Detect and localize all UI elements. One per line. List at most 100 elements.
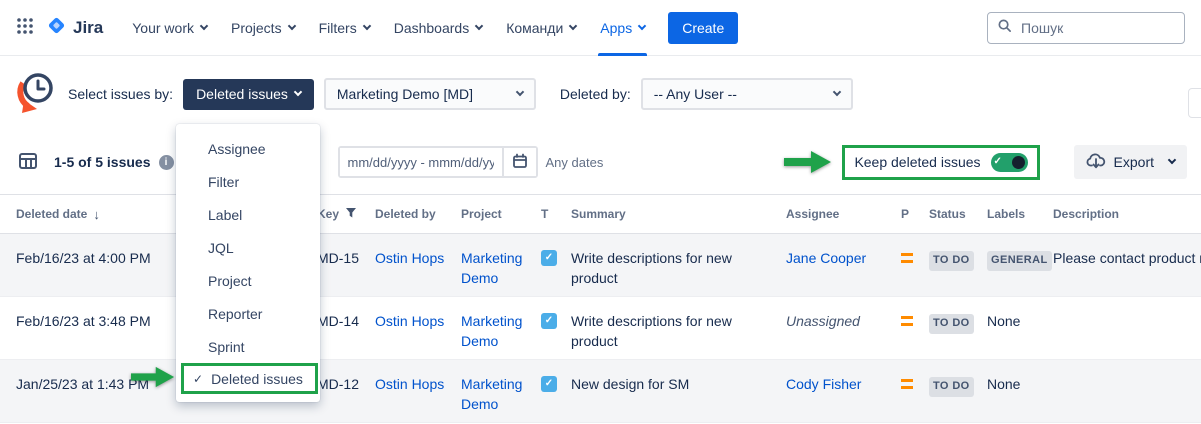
table-view-button[interactable] [12,145,44,180]
chevron-down-icon [200,21,208,29]
cell-deleted-by: Ostin Hops [367,360,453,398]
annotation-box-keep-toggle: Keep deleted issues ✓ [842,145,1039,180]
chevron-down-icon [287,21,295,29]
jira-logo-icon [46,15,67,41]
jira-deleted-issues-page: Jira Your work Projects Filters Dashboar… [0,0,1201,424]
export-cloud-icon [1086,152,1106,172]
cell-labels: None [979,297,1045,335]
project-link[interactable]: Marketing Demo [461,313,522,349]
project-link[interactable]: Marketing Demo [461,250,522,286]
deleted-by-label: Deleted by: [560,86,631,102]
nav-teams[interactable]: Команди [497,0,585,56]
project-link[interactable]: Marketing Demo [461,376,522,412]
chevron-down-icon [516,88,524,96]
date-range-input[interactable] [340,148,502,176]
calendar-icon [512,153,528,172]
column-header-description: Description [1045,207,1201,221]
cell-assignee: Jane Cooper [778,234,893,272]
cell-type: ✓ [533,360,563,396]
chevron-down-icon [1168,156,1176,164]
cell-description: Please contact product manager [1045,234,1201,272]
status-badge: TO DO [929,377,974,397]
search-input[interactable] [1019,19,1175,37]
primary-navigation: Your work Projects Filters Dashboards Ко… [123,0,654,56]
column-header-summary: Summary [563,207,778,221]
deleted-by-link[interactable]: Ostin Hops [375,250,444,266]
column-header-assignee: Assignee [778,207,893,221]
nav-dashboards[interactable]: Dashboards [385,0,492,56]
any-dates-label: Any dates [546,155,604,170]
annotation-arrow-deleted-issues [130,366,176,388]
task-type-icon: ✓ [541,313,557,329]
menu-item-reporter[interactable]: Reporter [176,297,320,330]
cell-deleted-by: Ostin Hops [367,297,453,335]
menu-item-deleted-issues[interactable]: ✓ Deleted issues [181,363,318,394]
app-switcher-button[interactable] [10,11,40,44]
issue-history-app-icon [12,69,58,120]
column-header-deleted-by: Deleted by [367,207,453,221]
cell-priority [893,360,921,398]
info-icon[interactable]: i [159,155,174,170]
cell-type: ✓ [533,297,563,333]
project-dropdown[interactable]: Marketing Demo [MD] [324,78,536,110]
nav-filters[interactable]: Filters [310,0,379,56]
cell-description [1045,297,1201,315]
deleted-by-user-dropdown[interactable]: -- Any User -- [641,78,853,110]
menu-item-sprint[interactable]: Sprint [176,330,320,363]
search-icon [997,18,1012,38]
column-header-priority: P [893,207,921,221]
menu-item-project[interactable]: Project [176,264,320,297]
cell-project: Marketing Demo [453,234,533,293]
label-badge: GENERAL [987,251,1052,271]
cell-status: TO DO [921,234,979,275]
deleted-by-link[interactable]: Ostin Hops [375,313,444,329]
priority-medium-icon [901,253,913,263]
column-header-type: T [533,207,563,221]
calendar-button[interactable] [502,148,536,176]
deleted-by-link[interactable]: Ostin Hops [375,376,444,392]
cell-summary: New design for SM [563,360,778,398]
issues-count: 1-5 of 5 issues [54,154,151,170]
jira-logo[interactable]: Jira [46,15,103,41]
cell-assignee: Cody Fisher [778,360,893,398]
export-button[interactable]: Export [1074,145,1187,179]
filter-funnel-icon[interactable] [345,207,357,222]
cell-priority [893,234,921,272]
nav-apps[interactable]: Apps [591,0,654,56]
date-range-filter [338,146,538,178]
assignee-link[interactable]: Jane Cooper [786,250,866,266]
cell-summary: Write descriptions for new product [563,234,778,293]
cell-labels: GENERAL [979,234,1045,275]
menu-item-assignee[interactable]: Assignee [176,132,320,165]
cell-labels: None [979,360,1045,398]
select-issues-label: Select issues by: [68,86,173,102]
app-switcher-icon [16,17,34,38]
toggle-knob [1012,156,1025,169]
cell-assignee: Unassigned [778,297,893,335]
issues-by-dropdown-menu: Assignee Filter Label JQL Project Report… [176,124,320,402]
issues-by-dropdown[interactable]: Deleted issues [183,79,314,110]
assignee-unassigned: Unassigned [786,313,860,329]
nav-your-work[interactable]: Your work [123,0,216,56]
sort-desc-icon: ↓ [93,207,100,222]
top-navbar: Jira Your work Projects Filters Dashboar… [0,0,1201,56]
menu-item-filter[interactable]: Filter [176,165,320,198]
menu-item-label[interactable]: Label [176,198,320,231]
column-header-project: Project [453,207,533,221]
cell-description [1045,360,1201,378]
create-button[interactable]: Create [668,12,738,44]
task-type-icon: ✓ [541,250,557,266]
column-header-status: Status [921,207,979,221]
check-icon: ✓ [193,372,203,386]
assignee-link[interactable]: Cody Fisher [786,376,861,392]
nav-projects[interactable]: Projects [222,0,304,56]
priority-medium-icon [901,379,913,389]
toggle-check-icon: ✓ [994,157,1002,167]
global-search [987,12,1185,44]
table-view-icon [18,151,38,174]
cell-priority [893,297,921,335]
keep-deleted-toggle[interactable]: ✓ [991,153,1028,172]
task-type-icon: ✓ [541,376,557,392]
column-header-labels: Labels [979,207,1045,221]
menu-item-jql[interactable]: JQL [176,231,320,264]
